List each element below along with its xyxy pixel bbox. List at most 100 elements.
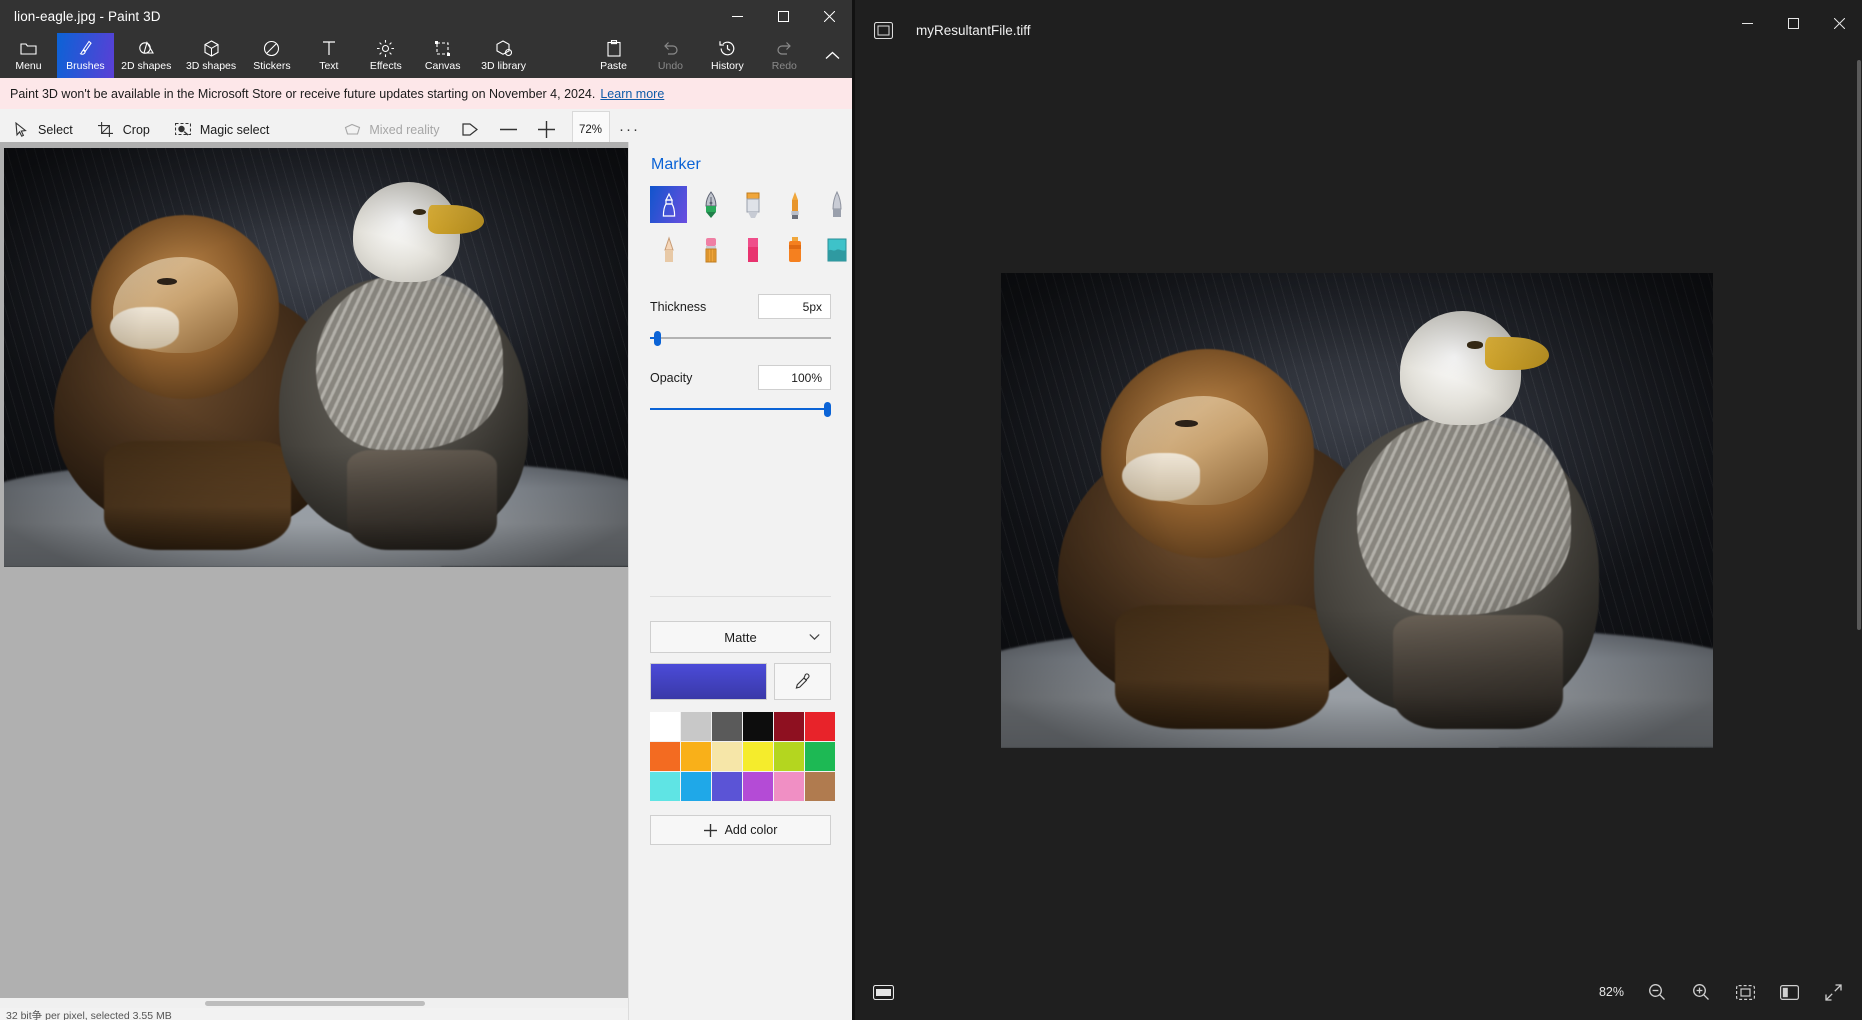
photos-window-controls [1724, 0, 1862, 46]
panel-title: Marker [651, 156, 701, 173]
view-3d-icon [462, 122, 480, 137]
photos-image-stage[interactable] [852, 60, 1862, 960]
color-swatch[interactable] [650, 772, 680, 801]
color-swatch[interactable] [743, 712, 773, 741]
brush-pixel-pen[interactable] [650, 231, 687, 268]
chevron-down-icon [809, 634, 820, 641]
slider-fill [650, 408, 828, 410]
ribbon-item-paste[interactable]: Paste [585, 33, 642, 78]
color-swatch[interactable] [805, 712, 835, 741]
ribbon-item-stickers[interactable]: Stickers [243, 33, 300, 78]
photos-minimize-button[interactable] [1724, 0, 1770, 46]
opacity-input[interactable]: 100% [758, 365, 831, 390]
ribbon-label: History [711, 59, 744, 72]
ribbon-item-canvas[interactable]: Canvas [414, 33, 471, 78]
color-swatch[interactable] [681, 742, 711, 771]
magic-select-label: Magic select [199, 122, 270, 137]
ribbon-item-2d-shapes[interactable]: 2D shapes [114, 33, 179, 78]
opacity-slider[interactable] [650, 400, 831, 418]
brush-calligraphy-brush[interactable] [734, 186, 771, 223]
color-swatch[interactable] [774, 772, 804, 801]
photos-bottom-left [852, 973, 904, 1011]
crop-label: Crop [122, 122, 150, 137]
color-swatch[interactable] [650, 712, 680, 741]
color-swatch[interactable] [681, 772, 711, 801]
magic-select-icon [174, 122, 192, 137]
color-swatch[interactable] [712, 712, 742, 741]
paint3d-maximize-button[interactable] [760, 0, 806, 33]
color-swatch[interactable] [712, 772, 742, 801]
ribbon-item-effects[interactable]: Effects [357, 33, 414, 78]
slider-knob[interactable] [653, 331, 661, 346]
photos-title-left: myResultantFile.tiff [852, 11, 1031, 49]
undo-icon [662, 40, 679, 57]
color-swatch[interactable] [805, 742, 835, 771]
photos-window: myResultantFile.tiff 82% [852, 0, 1862, 1020]
add-color-button[interactable]: Add color [650, 815, 831, 845]
current-color-row [650, 663, 831, 700]
slider-knob[interactable] [823, 402, 831, 417]
ribbon-item-3d-library[interactable]: 3D library [471, 33, 536, 78]
thickness-input[interactable]: 5px [758, 294, 831, 319]
2d-shapes-icon [138, 40, 155, 57]
paint3d-canvas-image[interactable] [4, 148, 628, 567]
brush-oil-brush[interactable] [776, 186, 813, 223]
ribbon-item-menu[interactable]: Menu [0, 33, 57, 78]
material-dropdown[interactable]: Matte [650, 621, 831, 653]
ribbon-label: 2D shapes [121, 59, 172, 72]
photos-close-button[interactable] [1816, 0, 1862, 46]
color-swatch[interactable] [774, 742, 804, 771]
brush-eraser[interactable] [734, 231, 771, 268]
photos-displayed-image[interactable] [1001, 272, 1713, 748]
photos-maximize-button[interactable] [1770, 0, 1816, 46]
ribbon-item-history[interactable]: History [699, 33, 756, 78]
banner-learn-more-link[interactable]: Learn more [600, 87, 664, 101]
actual-size-icon[interactable] [1768, 973, 1810, 1011]
thickness-slider[interactable] [650, 329, 831, 347]
color-swatch[interactable] [650, 742, 680, 771]
brush-watercolor[interactable] [818, 186, 852, 223]
color-swatch[interactable] [743, 742, 773, 771]
3d-library-icon [496, 39, 512, 57]
canvas-horizontal-scrollbar[interactable] [0, 998, 628, 1008]
brush-calligraphy-pen[interactable] [692, 186, 729, 223]
ribbon-item-brushes[interactable]: Brushes [56, 33, 114, 78]
paint3d-ribbon: Menu Brushes 2D shapes 3D shapes Sticker [0, 33, 852, 78]
brush-marker[interactable] [650, 186, 687, 223]
zoom-in-icon[interactable] [1680, 973, 1722, 1011]
thickness-row: Thickness 5px [629, 294, 852, 319]
photos-zoom-controls: 82% [1589, 973, 1854, 1011]
eyedropper-button[interactable] [774, 663, 831, 700]
photos-bottom-bar: 82% [852, 964, 1862, 1020]
scrollbar-thumb[interactable] [205, 1001, 425, 1006]
color-swatch[interactable] [743, 772, 773, 801]
fit-to-window-icon[interactable] [1724, 973, 1766, 1011]
filmstrip-icon[interactable] [862, 973, 904, 1011]
paint3d-minimize-button[interactable] [714, 0, 760, 33]
ribbon-item-redo: Redo [756, 33, 813, 78]
ribbon-item-text[interactable]: Text [300, 33, 357, 78]
photos-zoom-level: 82% [1598, 985, 1624, 999]
collection-icon[interactable] [862, 11, 904, 49]
ribbon-item-undo: Undo [642, 33, 699, 78]
color-swatch[interactable] [681, 712, 711, 741]
brush-pencil[interactable] [692, 231, 729, 268]
canvas-icon [434, 40, 451, 57]
ribbon-item-3d-shapes[interactable]: 3D shapes [179, 33, 244, 78]
color-swatch[interactable] [712, 742, 742, 771]
paste-icon [606, 39, 621, 57]
color-swatch[interactable] [774, 712, 804, 741]
fullscreen-icon[interactable] [1812, 973, 1854, 1011]
photos-vertical-scrollbar[interactable] [1854, 60, 1862, 960]
brush-fill[interactable] [818, 231, 852, 268]
brush-spray-can[interactable] [776, 231, 813, 268]
zoom-out-icon[interactable] [1636, 973, 1678, 1011]
color-swatch[interactable] [805, 772, 835, 801]
collapse-ribbon-button[interactable] [813, 33, 852, 78]
material-value: Matte [724, 629, 757, 645]
paint3d-window-controls [714, 0, 852, 33]
paint3d-close-button[interactable] [806, 0, 852, 33]
current-color-swatch[interactable] [650, 663, 768, 700]
ribbon-label: Effects [369, 59, 402, 72]
scrollbar-thumb[interactable] [1857, 60, 1861, 630]
